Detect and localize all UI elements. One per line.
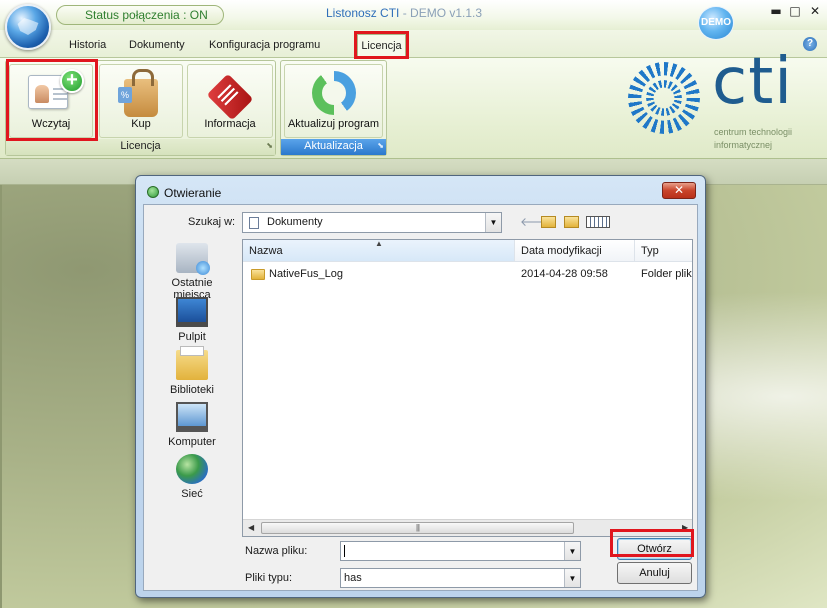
aktualizuj-program-button[interactable]: Aktualizuj program (284, 64, 383, 138)
informacja-button[interactable]: Informacja (187, 64, 273, 138)
group-label-text: Licencja (120, 140, 161, 152)
filetype-select[interactable]: has ▼ (340, 568, 581, 588)
place-recent[interactable]: Ostatnie miejsca (152, 243, 232, 301)
cancel-button[interactable]: Anuluj (617, 562, 692, 584)
column-name-label: Nazwa (249, 245, 283, 257)
logo-subtitle-line-2: informatycznej (714, 140, 773, 150)
maximize-button[interactable]: □ (788, 4, 802, 18)
file-modified: 2014-04-28 09:58 (521, 268, 608, 280)
dialog-close-button[interactable]: ✕ (662, 182, 696, 199)
highlight-licencja-tab (354, 31, 409, 59)
filetype-label: Pliki typu: (245, 572, 293, 584)
cti-logo-subtitle: centrum technologii informatycznej (714, 126, 792, 152)
cti-logo-text: cti (712, 45, 794, 119)
place-desktop[interactable]: Pulpit (152, 297, 232, 343)
column-header-modified[interactable]: Data modyfikacji (515, 240, 635, 262)
documents-folder-icon (249, 217, 259, 229)
chevron-down-icon[interactable]: ▼ (564, 569, 580, 587)
place-label: Sieć (181, 488, 203, 500)
place-label: Pulpit (178, 331, 206, 343)
highlight-wczytaj (6, 59, 98, 141)
minimize-button[interactable]: ▬ (769, 4, 783, 18)
lookin-value: Dokumenty (267, 216, 323, 228)
sort-ascending-icon: ▲ (375, 240, 383, 248)
place-network[interactable]: Sieć (152, 454, 232, 500)
place-libraries[interactable]: Biblioteki (152, 346, 232, 396)
scrollbar-thumb[interactable]: ||| (261, 522, 574, 534)
computer-icon (176, 402, 208, 432)
libraries-icon (176, 346, 208, 380)
text-caret (344, 545, 345, 557)
place-label: Komputer (168, 436, 216, 448)
place-label: Biblioteki (169, 384, 215, 396)
column-header-name[interactable]: Nazwa ▲ (243, 240, 515, 262)
kup-button[interactable]: Kup (99, 64, 183, 138)
ribbon-group-licencja-label: Licencja ⬊ (6, 139, 275, 155)
close-button[interactable]: ✕ (808, 4, 822, 18)
price-tag-icon (206, 73, 254, 121)
refresh-icon (311, 71, 356, 115)
lookin-dropdown[interactable]: Dokumenty ▼ (242, 212, 502, 233)
up-folder-icon[interactable] (541, 216, 556, 228)
ribbon-group-aktualizacja-label: Aktualizacja ⬊ (281, 139, 386, 155)
lookin-label: Szukaj w: (188, 216, 236, 228)
chevron-down-icon[interactable]: ▼ (564, 542, 580, 560)
tab-historia[interactable]: Historia (69, 39, 106, 51)
column-header-type[interactable]: Typ (635, 240, 692, 262)
filename-label: Nazwa pliku: (245, 545, 308, 557)
dialog-launcher-icon[interactable]: ⬊ (266, 138, 273, 153)
file-type: Folder plik (641, 268, 692, 280)
network-icon (176, 454, 208, 484)
ribbon-group-aktualizacja: Aktualizuj program Aktualizacja ⬊ (280, 60, 387, 156)
dialog-app-icon (147, 186, 159, 198)
chevron-down-icon[interactable]: ▼ (485, 213, 501, 232)
filetype-value: has (344, 572, 362, 584)
informacja-label: Informacja (204, 118, 256, 130)
logo-subtitle-line-1: centrum technologii (714, 127, 793, 137)
file-list[interactable]: Nazwa ▲ Data modyfikacji Typ NativeFus_L… (242, 239, 693, 537)
dialog-title: Otwieranie (164, 186, 222, 200)
scroll-left-icon[interactable]: ◀ (248, 523, 254, 532)
table-row[interactable]: NativeFus_Log 2014-04-28 09:58 Folder pl… (243, 266, 692, 284)
app-version: - DEMO v1.1.3 (399, 6, 483, 20)
tab-dokumenty[interactable]: Dokumenty (129, 39, 185, 51)
connection-status: Status połączenia : ON (56, 5, 224, 25)
dialog-launcher-icon[interactable]: ⬊ (377, 138, 384, 153)
shopping-bag-icon (118, 69, 158, 117)
folder-icon (251, 269, 265, 280)
cti-logo-inner-ring-icon (646, 80, 682, 116)
ribbon: + Wczytaj Kup Informacja Licencja ⬊ Aktu… (0, 57, 827, 159)
recent-places-icon (176, 243, 210, 275)
new-folder-icon[interactable] (564, 216, 579, 228)
tab-konfiguracja-programu[interactable]: Konfiguracja programu (209, 39, 320, 51)
kup-label: Kup (131, 118, 151, 130)
filename-input[interactable]: ▼ (340, 541, 581, 561)
view-menu-icon[interactable] (586, 216, 610, 228)
highlight-open-button (610, 529, 694, 557)
file-name: NativeFus_Log (269, 268, 343, 280)
help-icon[interactable]: ? (803, 37, 817, 51)
desktop-icon (176, 297, 208, 327)
window-title: Listonosz CTI - DEMO v1.1.3 (326, 6, 482, 20)
place-computer[interactable]: Komputer (152, 402, 232, 448)
group-label-text: Aktualizacja (304, 140, 363, 152)
aktualizuj-program-label: Aktualizuj program (287, 118, 380, 130)
demo-badge: DEMO (698, 6, 734, 40)
app-menu-orb[interactable] (5, 4, 51, 50)
app-name: Listonosz CTI (326, 6, 400, 20)
